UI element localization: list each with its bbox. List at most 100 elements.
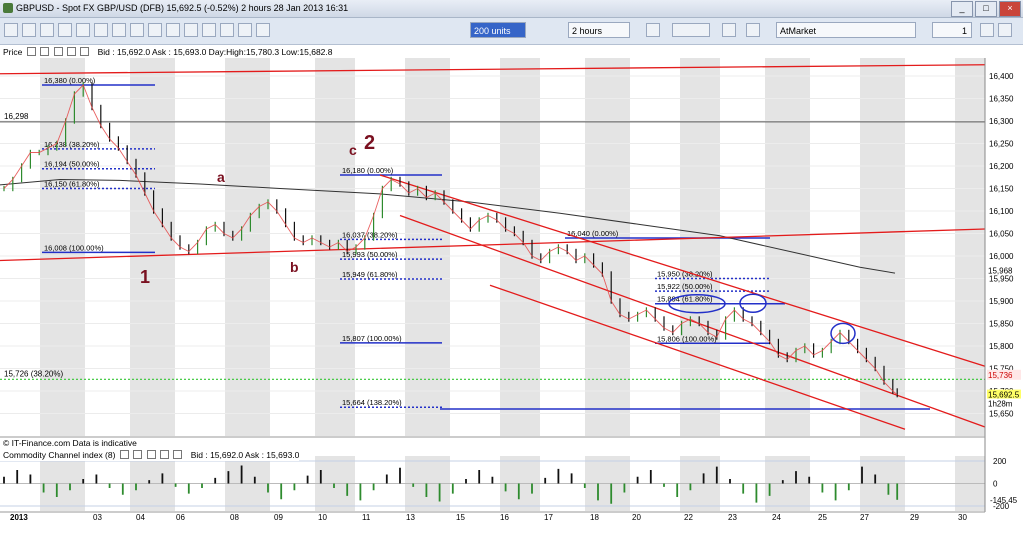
x-tick-label: 29 [910,513,919,522]
cci-bar [491,476,494,484]
cci-bar [504,483,507,492]
wrench-icon[interactable] [119,450,129,459]
fib-label: 16,008 (100.00%) [44,243,104,252]
cci-bar [240,465,243,484]
cci-bar [795,471,797,484]
cci-bar [3,476,5,484]
x-tick-label: 23 [728,513,737,522]
weekend-bands [40,58,985,511]
cci-bar [425,483,428,497]
x-tick-label: 20 [632,513,641,522]
cci-bar [253,476,256,484]
fib-label: 15,949 (61.80%) [342,270,398,279]
cci-bar [874,474,877,484]
fib-label: 15,922 (50.00%) [657,282,713,291]
fib-label: 16,150 (61.80%) [44,180,100,189]
y-tick-label: 15,950 [989,275,1014,284]
fib-label: 16,180 (0.00%) [342,166,394,175]
cci-bar [729,479,731,484]
cci-bar [715,466,718,484]
cci-bar [755,483,758,503]
y-tick-label: 16,050 [989,230,1014,239]
cci-bar [346,483,349,496]
y-tick-label: 16,150 [989,185,1014,194]
fib-label: 16,238 (38.20%) [44,140,100,149]
cci-bar [663,483,665,487]
level-b-tag: 15,736 [988,371,1013,380]
cci-bar [517,483,520,500]
cci-bar [55,483,58,497]
x-tick-label: 03 [93,513,102,522]
price-panel-footer: © IT-Finance.com Data is indicative [3,438,137,448]
up-arrow-icon[interactable] [159,450,169,459]
x-tick-label: 10 [318,513,327,522]
cci-bar [887,483,890,495]
x-tick-label: 16 [500,513,509,522]
x-tick-label: 25 [818,513,827,522]
cci-bar [214,477,217,484]
y-tick-label: 16,300 [989,117,1014,126]
cci-bar [861,466,863,484]
cci-bar [29,474,32,484]
cci-bar [531,483,533,494]
cci-bar [227,471,230,484]
fib-label: 15,993 (50.00%) [342,250,398,259]
fib-label: 15,807 (100.00%) [342,334,402,343]
cci-last-value: -145.45 [990,496,1018,505]
y-tick-label: 16,200 [989,162,1014,171]
level-a-tag: 15,968 [988,266,1013,275]
cci-bar [148,480,151,484]
cci-bar [896,483,899,500]
cci-bar [689,483,692,491]
cci-bar [610,483,613,504]
cci-bar [570,473,573,484]
cci-bar [280,483,283,500]
down-arrow-icon[interactable] [173,450,183,459]
cci-bar [174,483,177,487]
cci-bar [16,470,19,484]
cci-bar [69,483,71,491]
cci-bar [306,475,309,484]
cci-bar [333,483,335,488]
cci-panel-label: Commodity Channel index (8) [3,450,116,460]
cci-bar [82,479,85,484]
properties-icon[interactable] [133,450,143,459]
x-tick-label: 09 [274,513,283,522]
chart-svg: 16,380 (0.00%) 16,238 (38.20%) 16,194 (50.… [0,58,1021,522]
x-tick-label: 04 [136,513,145,522]
cci-bar [385,474,388,484]
x-tick-label: 24 [772,513,781,522]
cci-bar [465,479,467,484]
x-tick-label: 11 [362,513,371,522]
cci-bar [451,483,454,494]
cci-scale-label: 0 [993,480,998,489]
cci-bar [399,467,401,484]
cci-info: Bid : 15,692.0 Ask : 15,693.0 [190,450,300,460]
cci-bar [438,483,441,502]
annotation-label: 1 [140,267,150,287]
x-tick-label: 15 [456,513,465,522]
close-panel-icon[interactable] [146,450,156,459]
cci-bar [42,483,45,493]
cci-bar [108,483,111,488]
circle-marker [830,322,856,345]
y-tick-label: 16,350 [989,95,1014,104]
time-left-tag: 1h28m [988,400,1013,409]
x-tick-label: 30 [958,513,967,522]
fib-label: 15,664 (138.20%) [342,398,402,407]
cci-bar [359,483,362,501]
cci-bar [808,476,811,484]
annotation-label: b [290,259,299,275]
x-tick-label: 18 [590,513,599,522]
cci-bar [478,470,481,484]
cci-bar [121,483,124,495]
day-band [225,58,270,436]
cci-bar [267,483,269,493]
cci-bar [161,473,164,484]
y-tick-label: 16,400 [989,72,1014,81]
cci-bar [649,470,652,484]
x-tick-label: 06 [176,513,185,522]
annotation-label: 2 [364,132,375,154]
cci-bar [623,483,626,493]
cci-scale-label: 200 [993,457,1007,466]
